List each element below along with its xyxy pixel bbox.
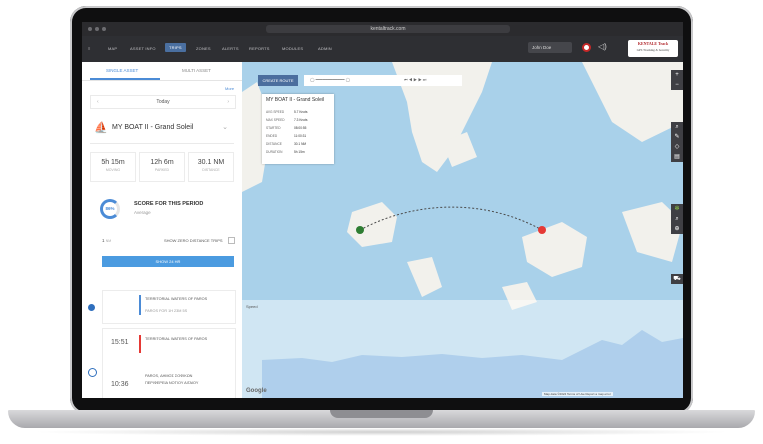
- chevron-left-icon[interactable]: ‹: [97, 96, 99, 108]
- laptop-notch: [330, 410, 433, 418]
- asset-tabs: SINGLE ASSET MULTI ASSET: [82, 62, 242, 81]
- zero-distance-checkbox[interactable]: [228, 237, 235, 244]
- score-subtitle: Average: [134, 210, 151, 215]
- nav-zones[interactable]: ZONES: [196, 46, 211, 51]
- island-shape: [407, 257, 442, 297]
- zoom-out-icon[interactable]: −: [671, 80, 683, 90]
- speed-area: [262, 330, 683, 398]
- day-selector[interactable]: ‹ Today ›: [90, 95, 236, 109]
- trip-card[interactable]: TERRITORIAL WATERS OF PAROS PAROS FOR 1H…: [102, 290, 236, 324]
- chevron-down-icon[interactable]: ⌄: [222, 123, 228, 131]
- alert-icon[interactable]: [582, 43, 591, 52]
- speed-graph[interactable]: Speed: [242, 300, 683, 398]
- url-bar[interactable]: kentaltrack.com: [266, 25, 510, 33]
- chevron-right-icon[interactable]: ›: [227, 96, 229, 108]
- nav-admin[interactable]: ADMIN: [318, 46, 332, 51]
- nav-map[interactable]: MAP: [108, 46, 117, 51]
- sidebar: SINGLE ASSET MULTI ASSET More ‹ Today › …: [82, 62, 242, 398]
- stat-distance: 30.1 NM DISTANCE: [188, 152, 234, 182]
- tab-multi-asset[interactable]: MULTI ASSET: [182, 68, 211, 73]
- pin-icon[interactable]: ◇: [671, 142, 683, 152]
- nav-reports[interactable]: REPORTS: [249, 46, 270, 51]
- laptop-shadow: [30, 428, 733, 436]
- island-shape: [582, 62, 683, 142]
- start-pin-icon[interactable]: [356, 226, 364, 234]
- day-label: Today: [156, 99, 170, 105]
- trip-marker-icon: [88, 304, 95, 311]
- sailboat-icon: ⛵: [94, 122, 108, 134]
- browser-bar: kentaltrack.com: [82, 22, 683, 36]
- trip-marker-icon: [88, 368, 97, 377]
- map-attribution[interactable]: Map data ©2024 Terms of Use Report a map…: [542, 392, 613, 396]
- google-logo: Google: [246, 388, 267, 394]
- trip-stats: 5h 15m MOVING 12h 6m PARKED 30.1 NM DIST…: [90, 152, 234, 186]
- playback-controls[interactable]: ◯ ━━━━━━━━━━━━ ◯ ⏮ ◀ ▶ ▶ ⏭: [304, 75, 462, 86]
- window-dot[interactable]: [95, 27, 99, 31]
- zoom-in-icon[interactable]: +: [671, 70, 683, 80]
- distance-filter-value[interactable]: 1 NM: [102, 238, 111, 243]
- map-tools: ⌕ ✎ ◇ ▤: [671, 122, 683, 162]
- home-icon[interactable]: ≡: [88, 46, 91, 51]
- zero-distance-toggle-label[interactable]: SHOW ZERO DISTANCE TRIPS: [164, 238, 223, 243]
- screen: kentaltrack.com ≡ MAP ASSET INFO TRIPS Z…: [82, 22, 683, 398]
- brand-logo: KENTALE Track GPS Tracking & Security: [628, 40, 678, 57]
- stat-parked: 12h 6m PARKED: [139, 152, 185, 182]
- asset-selector[interactable]: ⛵ MY BOAT II - Grand Soleil ⌄: [90, 115, 234, 144]
- target-icon[interactable]: ⊕: [671, 224, 683, 234]
- active-tab-indicator: [90, 78, 160, 80]
- nav-modules[interactable]: MODULES: [282, 46, 303, 51]
- show-24hr-button[interactable]: SHOW 24 HR: [102, 256, 234, 267]
- asset-name: MY BOAT II - Grand Soleil: [112, 124, 194, 131]
- create-route-button[interactable]: CREATE ROUTE: [258, 75, 298, 86]
- score-ring: 86%: [100, 199, 120, 219]
- zoom-controls: + −: [671, 70, 683, 90]
- user-select[interactable]: John Doe: [528, 42, 572, 53]
- speed-chart: [262, 330, 683, 398]
- tab-single-asset[interactable]: SINGLE ASSET: [106, 68, 138, 73]
- trip-bar: [139, 295, 141, 315]
- speaker-icon[interactable]: ◁): [598, 42, 607, 51]
- settings-icon[interactable]: ✻: [671, 204, 683, 214]
- nav-alerts[interactable]: ALERTS: [222, 46, 239, 51]
- island-shape: [522, 222, 587, 277]
- window-dot[interactable]: [102, 27, 106, 31]
- play-slider[interactable]: ◯ ━━━━━━━━━━━━ ◯: [310, 77, 350, 82]
- trip-bar: [139, 335, 141, 353]
- app-nav: ≡ MAP ASSET INFO TRIPS ZONES ALERTS REPO…: [82, 36, 683, 62]
- pencil-icon[interactable]: ✎: [671, 132, 683, 142]
- search-icon[interactable]: ⌕: [671, 122, 683, 132]
- map[interactable]: CREATE ROUTE ◯ ━━━━━━━━━━━━ ◯ ⏮ ◀ ▶ ▶ ⏭ …: [242, 62, 683, 398]
- map-tools-2: ✻ ⌕ ⊕: [671, 204, 683, 234]
- more-link[interactable]: More: [225, 86, 234, 91]
- trip-card[interactable]: 15:51 TERRITORIAL WATERS OF PAROS 10:36 …: [102, 328, 236, 398]
- score-title: SCORE FOR THIS PERIOD: [134, 201, 204, 207]
- layers-icon[interactable]: ▤: [671, 152, 683, 162]
- window-dot[interactable]: [88, 27, 92, 31]
- zoom-icon[interactable]: ⌕: [671, 214, 683, 224]
- map-tools-3: ⛟: [671, 274, 683, 284]
- playback-icons[interactable]: ⏮ ◀ ▶ ▶ ⏭: [404, 77, 426, 82]
- stat-moving: 5h 15m MOVING: [90, 152, 136, 182]
- car-icon[interactable]: ⛟: [671, 274, 683, 284]
- nav-asset-info[interactable]: ASSET INFO: [130, 46, 156, 51]
- trip-info-panel: MY BOAT II - Grand Soleil AVG SPEED 5.7 K…: [262, 94, 334, 164]
- nav-trips[interactable]: TRIPS: [165, 43, 186, 52]
- end-pin-icon[interactable]: [538, 226, 546, 234]
